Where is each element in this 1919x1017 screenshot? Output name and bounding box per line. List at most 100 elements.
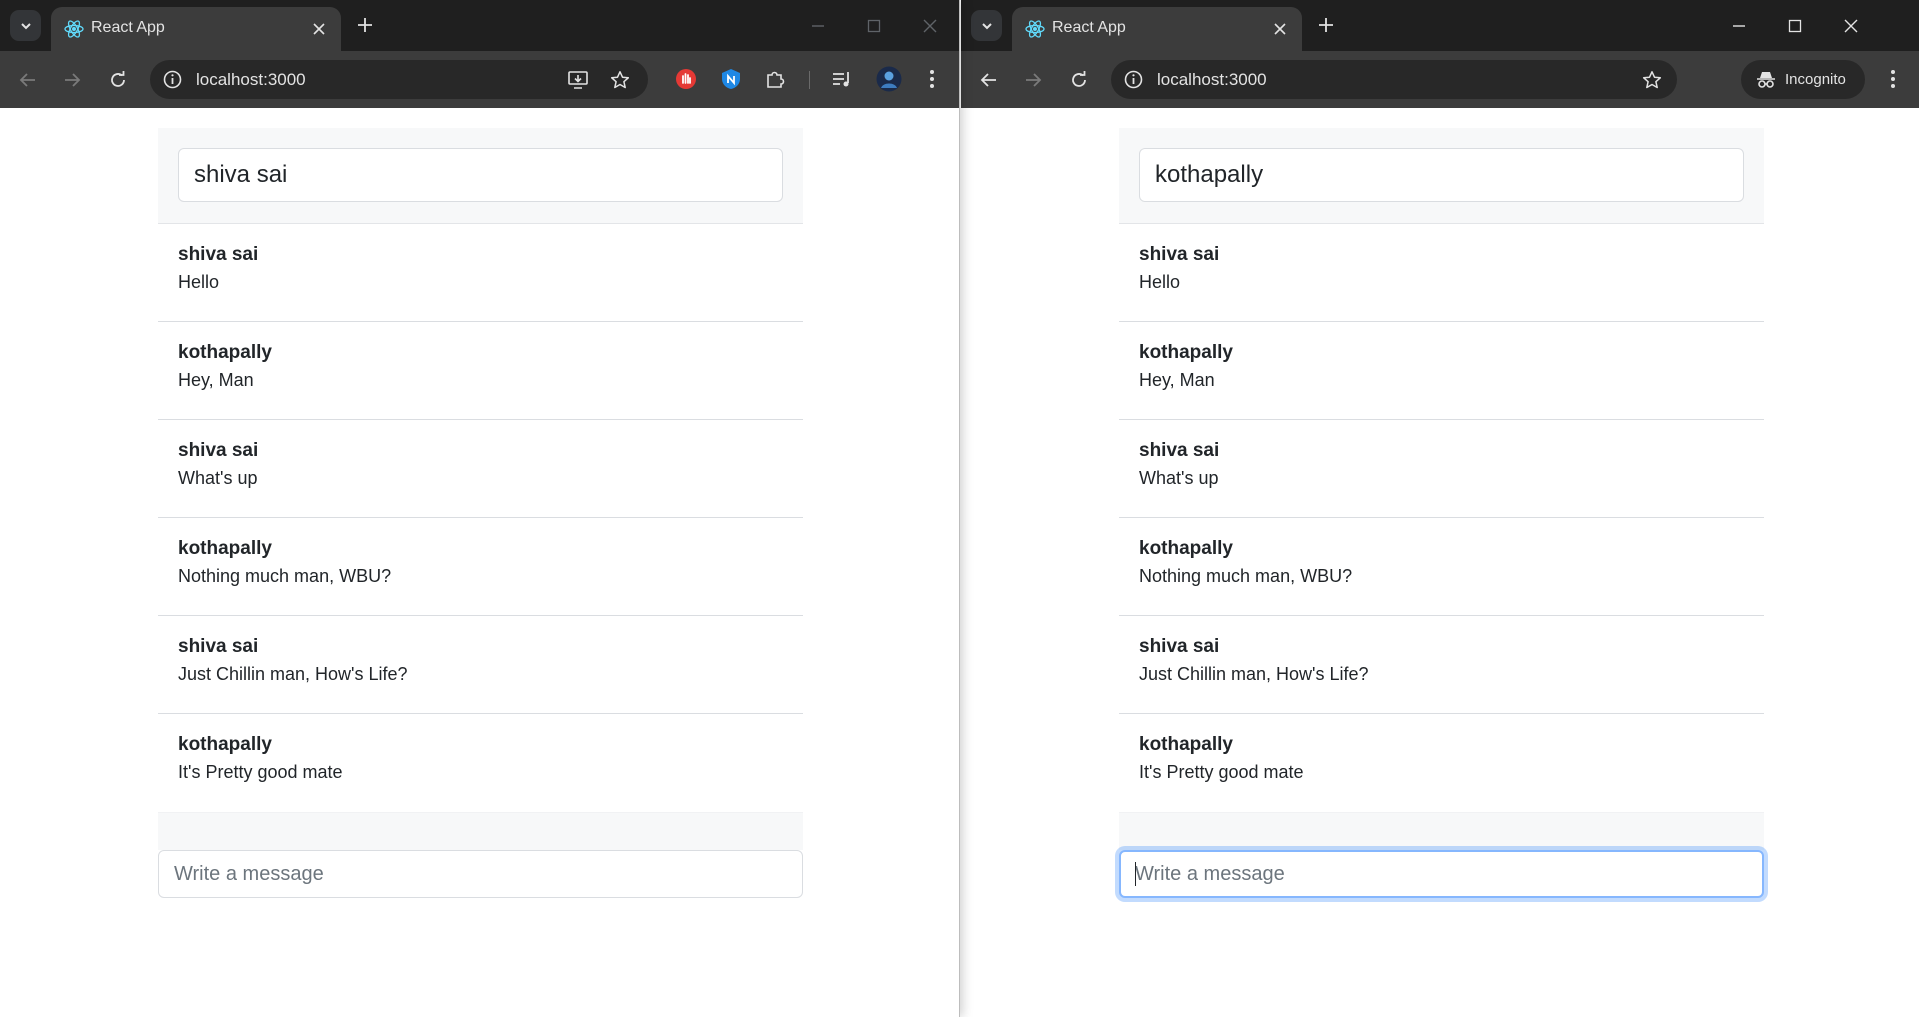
close-icon	[1274, 23, 1286, 35]
maximize-button[interactable]	[1767, 0, 1823, 51]
reload-button[interactable]	[1063, 64, 1095, 96]
kebab-menu-icon	[1891, 70, 1895, 88]
maximize-icon	[867, 19, 881, 32]
forward-icon	[65, 73, 81, 87]
forward-button[interactable]	[1017, 64, 1049, 96]
incognito-chip[interactable]: Incognito	[1741, 60, 1865, 99]
extension-button-1[interactable]	[670, 63, 702, 95]
tab-search-button[interactable]	[971, 10, 1002, 41]
menu-button[interactable]	[1877, 63, 1909, 95]
text-caret	[1135, 862, 1136, 886]
install-app-button[interactable]	[563, 65, 593, 95]
name-input[interactable]	[178, 148, 783, 202]
close-icon	[923, 19, 937, 32]
forward-button[interactable]	[56, 64, 88, 96]
message-author: shiva sai	[178, 244, 259, 265]
tab-search-icon	[981, 22, 992, 29]
message-text: Nothing much man, WBU?	[1139, 566, 1353, 586]
puzzle-icon	[767, 71, 785, 88]
message-author: shiva sai	[178, 636, 259, 657]
message-input[interactable]	[1119, 850, 1764, 898]
message-text: It's Pretty good mate	[178, 762, 343, 782]
compose-area	[158, 812, 803, 850]
tab-react-app[interactable]: React App	[1012, 7, 1302, 51]
browser-window-left: React App localhost:3000 shiva sai shiva…	[0, 0, 960, 1017]
close-icon	[1844, 19, 1858, 32]
new-tab-button[interactable]	[1313, 12, 1339, 38]
profile-button[interactable]	[873, 63, 905, 95]
message-item: shiva sai Just Chillin man, How's Life?	[158, 616, 803, 714]
extensions-menu-button[interactable]	[759, 63, 791, 95]
tab-title: React App	[91, 19, 165, 36]
browser-window-right: React App localhost:3000 Incognito kotha…	[961, 0, 1919, 1017]
back-button[interactable]	[973, 64, 1005, 96]
bookmark-button[interactable]	[605, 65, 635, 95]
plus-icon	[358, 18, 372, 32]
extension-button-2[interactable]	[715, 63, 747, 95]
message-item: kothapally Hey, Man	[158, 322, 803, 420]
message-text: Hello	[1139, 272, 1181, 292]
tab-react-app[interactable]: React App	[51, 7, 341, 51]
omnibox[interactable]: localhost:3000	[1111, 60, 1677, 99]
toolbar-separator	[809, 71, 810, 89]
compose-area	[1119, 812, 1764, 850]
maximize-button[interactable]	[846, 0, 902, 51]
message-list: shiva sai Hello kothapally Hey, Man shiva …	[158, 224, 803, 812]
tab-close-button[interactable]	[1270, 19, 1290, 39]
message-list: shiva sai Hello kothapally Hey, Man shiva …	[1119, 224, 1764, 812]
minimize-icon	[812, 24, 824, 27]
close-icon	[313, 23, 325, 35]
tab-search-button[interactable]	[10, 10, 41, 41]
back-icon	[19, 73, 35, 87]
star-icon	[610, 71, 630, 89]
reload-icon	[111, 71, 125, 87]
message-author: kothapally	[1139, 538, 1233, 559]
back-button[interactable]	[12, 64, 44, 96]
message-author: kothapally	[178, 342, 272, 363]
omnibox[interactable]: localhost:3000	[150, 60, 648, 99]
browser-toolbar: localhost:3000 Incognito	[961, 51, 1919, 108]
url-text: localhost:3000	[196, 70, 306, 89]
message-input[interactable]	[158, 850, 803, 898]
message-text: Hey, Man	[178, 370, 254, 390]
media-queue-icon	[833, 72, 849, 87]
tab-close-button[interactable]	[309, 19, 329, 39]
message-text: Just Chillin man, How's Life?	[1139, 664, 1369, 684]
message-item: shiva sai Hello	[1119, 224, 1764, 322]
message-text: Nothing much man, WBU?	[178, 566, 392, 586]
new-tab-button[interactable]	[352, 12, 378, 38]
message-author: shiva sai	[1139, 244, 1220, 265]
message-text: What's up	[1139, 468, 1219, 488]
message-author: kothapally	[178, 538, 272, 559]
avatar	[876, 66, 902, 92]
reload-button[interactable]	[102, 64, 134, 96]
message-text: Just Chillin man, How's Life?	[178, 664, 408, 684]
message-text: It's Pretty good mate	[1139, 762, 1304, 782]
close-window-button[interactable]	[902, 0, 958, 51]
tab-title: React App	[1052, 19, 1126, 36]
message-author: shiva sai	[1139, 440, 1220, 461]
media-queue-button[interactable]	[826, 63, 858, 95]
info-icon	[1124, 70, 1143, 89]
url-text: localhost:3000	[1157, 70, 1267, 89]
message-input-wrapper	[1119, 850, 1764, 898]
message-item: kothapally Nothing much man, WBU?	[158, 518, 803, 616]
reload-icon	[1072, 71, 1086, 87]
message-item: shiva sai Hello	[158, 224, 803, 322]
menu-button[interactable]	[916, 63, 948, 95]
bookmark-button[interactable]	[1637, 65, 1667, 95]
page-content: shiva sai Hello kothapally Hey, Man shiva …	[961, 108, 1919, 1017]
message-item: kothapally Hey, Man	[1119, 322, 1764, 420]
chat-panel: shiva sai Hello kothapally Hey, Man shiva …	[158, 128, 803, 898]
forward-icon	[1026, 73, 1042, 87]
close-window-button[interactable]	[1823, 0, 1879, 51]
kebab-menu-icon	[930, 70, 934, 88]
info-icon	[163, 70, 182, 89]
name-input[interactable]	[1139, 148, 1744, 202]
message-item: kothapally It's Pretty good mate	[1119, 714, 1764, 812]
incognito-label: Incognito	[1785, 71, 1846, 88]
react-icon	[64, 20, 84, 38]
message-text: What's up	[178, 468, 258, 488]
minimize-button[interactable]	[1711, 0, 1767, 51]
minimize-button[interactable]	[790, 0, 846, 51]
